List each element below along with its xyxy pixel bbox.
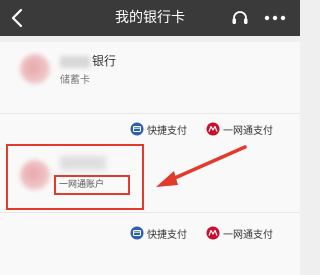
quickpay-entry[interactable]: 快捷支付 [130, 226, 187, 241]
bank-name-suffix: 银行 [92, 54, 117, 68]
yiwangtong-icon [206, 122, 220, 136]
yiwangtong-entry[interactable]: 一网通支付 [206, 226, 273, 241]
divider [0, 113, 300, 114]
more-icon[interactable] [262, 8, 288, 28]
bank-logo [20, 54, 50, 84]
nav-bar: 我的银行卡 [0, 0, 300, 36]
yiwangtong-label: 一网通支付 [223, 125, 273, 137]
page-title: 我的银行卡 [115, 10, 185, 26]
bank-name-redacted [60, 55, 90, 68]
account-type-label: 一网通账户 [54, 175, 130, 195]
quickpay-icon [130, 226, 144, 240]
yiwangtong-entry[interactable]: 一网通支付 [206, 122, 273, 137]
yiwangtong-label: 一网通支付 [223, 229, 273, 241]
quickpay-label: 快捷支付 [147, 229, 187, 241]
divider [0, 212, 300, 213]
quickpay-entry[interactable]: 快捷支付 [130, 122, 187, 137]
bank-card[interactable]: 银行 储蓄卡 快捷支付 一网通支付 [0, 42, 300, 152]
card-type: 储蓄卡 [60, 75, 90, 86]
quickpay-icon [130, 122, 144, 136]
customer-service-icon[interactable] [230, 8, 250, 28]
yiwangtong-icon [206, 226, 220, 240]
quickpay-label: 快捷支付 [147, 125, 187, 137]
annotation-arrow [156, 145, 247, 187]
back-arrow-icon[interactable] [6, 6, 30, 30]
bank-name: 银行 [60, 52, 116, 69]
